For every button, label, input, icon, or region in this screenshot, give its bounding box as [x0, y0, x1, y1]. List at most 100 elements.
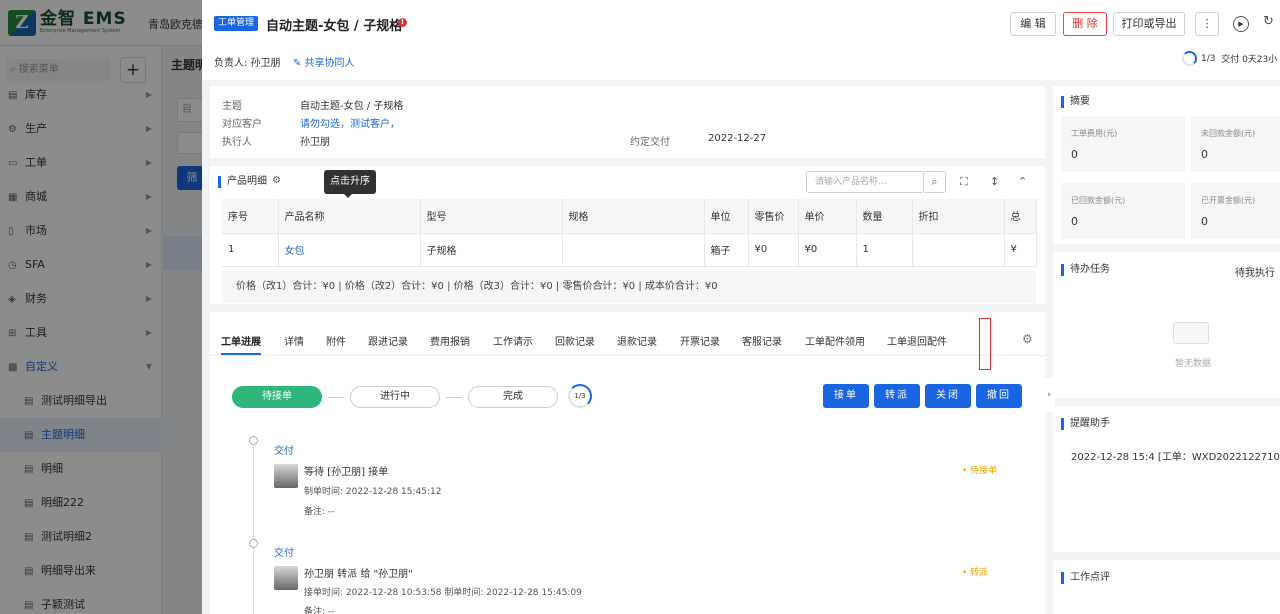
tab-parts-issue[interactable]: 工单配件领用 [805, 333, 865, 348]
timeline-dot [249, 539, 258, 548]
product-card: 产品明细 ⚙ 点击升序 请输入产品名称... ⌕ ⛶ ↕ ⌃ 序号 产品名称 型… [210, 166, 1045, 304]
review-title: 工作点评 [1061, 572, 1110, 584]
column-header[interactable]: 型号 [420, 199, 563, 234]
column-header[interactable]: 规格 [562, 199, 705, 234]
tab-invoices[interactable]: 开票记录 [680, 333, 720, 348]
product-name-link[interactable]: 女包 [278, 233, 421, 267]
transfer-button[interactable]: 转派 [874, 384, 920, 408]
close-button[interactable]: 关闭 [925, 384, 971, 408]
table-cell: 1 [222, 233, 279, 267]
customer-label: 对应客户 [222, 119, 262, 130]
stage-progress-ring: 1/3 [568, 384, 592, 408]
delete-button[interactable]: 删 除 [1063, 12, 1107, 36]
collapse-icon[interactable]: ⌃ [1018, 175, 1027, 188]
subject-value: 自动主题-女包 / 子规格 [300, 101, 404, 112]
summary-label: 工单费用(元) [1071, 129, 1118, 138]
accept-button[interactable]: 接单 [823, 384, 869, 408]
tab-expenses[interactable]: 费用报销 [430, 333, 470, 348]
workorder-drawer: 工单管理 自动主题-女包 / 子规格 ! 编 辑 删 除 打印或导出 ⋮ ▶ ↻… [202, 0, 1280, 614]
stage-connector [328, 397, 344, 398]
tab-attachments[interactable]: 附件 [326, 333, 346, 348]
timeline-dot [249, 436, 258, 445]
progress-text: 1/3 [1201, 53, 1216, 64]
column-header[interactable]: 单位 [704, 199, 749, 234]
executor-label: 执行人 [222, 137, 252, 148]
column-header[interactable]: 数量 [856, 199, 913, 234]
table-row: 1 女包 子规格 箱子 ¥0 ¥0 1 ¥ [222, 233, 1037, 267]
table-cell [912, 233, 1005, 267]
event-time: 制单时间: 2022-12-28 15:45:12 [304, 487, 442, 497]
event-text: 等待 [孙卫朋] 接单 [304, 467, 389, 478]
product-section-title: 产品明细 [218, 176, 267, 188]
table-cell [562, 233, 705, 267]
summary-cell: 已开票金额(元) 0 [1191, 183, 1280, 239]
tab-parts-return[interactable]: 工单退回配件 [887, 333, 947, 348]
customer-link[interactable]: 请勿勾选，测试客户， [300, 115, 400, 130]
avatar [274, 566, 298, 590]
edit-button[interactable]: 编 辑 [1010, 12, 1056, 36]
event-text: 孙卫朋 转派 给 "孙卫朋" [304, 569, 413, 580]
column-header[interactable]: 零售价 [748, 199, 799, 234]
product-search-input[interactable]: 请输入产品名称... [806, 171, 924, 193]
empty-text: 暂无数据 [1175, 359, 1212, 369]
tab-refunds[interactable]: 退款记录 [617, 333, 657, 348]
tab-progress[interactable]: 工单进展 [221, 333, 261, 348]
empty-inbox-icon [1173, 322, 1209, 344]
withdraw-button[interactable]: 撤回 [976, 384, 1022, 408]
alert-icon[interactable]: ! [398, 18, 407, 27]
event-type: 交付 [274, 548, 294, 559]
tab-service[interactable]: 客服记录 [742, 333, 782, 348]
sort-tooltip: 点击升序 [324, 170, 376, 198]
summary-title: 摘要 [1061, 96, 1090, 108]
status-badge: • 待接单 [962, 466, 998, 476]
more-button[interactable]: ⋮ [1195, 12, 1219, 36]
summary-value: 0 [1071, 148, 1078, 161]
fullscreen-icon[interactable]: ⛶ [960, 175, 968, 189]
page-title: 自动主题-女包 / 子规格 [266, 19, 403, 34]
refresh-icon[interactable]: ↻ [1263, 14, 1274, 29]
column-header[interactable]: 产品名称 [278, 199, 421, 234]
todo-filter-link[interactable]: 待我执行 [1235, 264, 1275, 279]
tab-followups[interactable]: 跟进记录 [368, 333, 408, 348]
print-export-button[interactable]: 打印或导出 [1113, 12, 1185, 36]
drawer-header: 工单管理 自动主题-女包 / 子规格 ! 编 辑 删 除 打印或导出 ⋮ ▶ ↻… [202, 0, 1280, 80]
status-badge: • 转派 [962, 568, 989, 578]
stage-in-progress[interactable]: 进行中 [350, 386, 440, 408]
gear-icon[interactable]: ⚙ [272, 175, 281, 186]
timeline-line [253, 442, 254, 614]
column-header[interactable]: 总 [1004, 199, 1037, 234]
event-note: 备注: -- [304, 607, 335, 614]
module-tag: 工单管理 [214, 16, 259, 31]
share-collaborators-link[interactable]: ✎ 共享协同人 [293, 54, 355, 69]
stage-connector [446, 397, 462, 398]
summary-label: 已回款金额(元) [1071, 196, 1126, 205]
column-header[interactable]: 折扣 [912, 199, 1005, 234]
summary-value: 0 [1071, 215, 1078, 228]
price-totals: 价格（改1）合计：¥0 | 价格（改2）合计：¥0 | 价格（改3）合计：¥0 … [222, 271, 1036, 303]
expand-icon[interactable]: ↕ [990, 175, 999, 188]
summary-value: 0 [1201, 215, 1208, 228]
tab-payments[interactable]: 回款记录 [555, 333, 595, 348]
subject-label: 主题 [222, 101, 242, 112]
progress-ring-icon [1182, 51, 1197, 66]
product-table: 序号 产品名称 型号 规格 单位 零售价 单价 数量 折扣 总 1 女包 子规格… [222, 199, 1037, 267]
gear-icon[interactable]: ⚙ [1022, 332, 1033, 346]
event-time: 接单时间: 2022-12-28 10:53:58 制单时间: 2022-12-… [304, 588, 582, 598]
table-cell: 箱子 [704, 233, 749, 267]
reminder-item[interactable]: 2022-12-28 15:4 [工单：WXD202212271001]- [1071, 448, 1280, 463]
play-icon[interactable]: ▶ [1233, 16, 1249, 32]
progress-indicator: 1/3 交付 0天23小 [1182, 51, 1277, 66]
stage-done[interactable]: 完成 [468, 386, 558, 408]
tab-details[interactable]: 详情 [284, 333, 304, 348]
stage-pending[interactable]: 待接单 [232, 386, 322, 408]
owner-label: 负责人: 孙卫朋 [214, 58, 281, 69]
tab-bar: 工单进展 详情 附件 跟进记录 费用报销 工作请示 回款记录 退款记录 开票记录… [210, 312, 1045, 370]
work-progress-card: 工单进展 详情 附件 跟进记录 费用报销 工作请示 回款记录 退款记录 开票记录… [210, 312, 1045, 614]
column-header[interactable]: 序号 [222, 199, 279, 234]
column-header[interactable]: 单价 [798, 199, 857, 234]
search-icon[interactable]: ⌕ [924, 171, 946, 193]
info-card: 主题 自动主题-女包 / 子规格 对应客户 请勿勾选，测试客户， 执行人 孙卫朋… [210, 86, 1045, 158]
summary-cell: 未回款金额(元) 0 [1191, 116, 1280, 172]
tab-requests[interactable]: 工作请示 [493, 333, 533, 348]
delivery-countdown: 交付 0天23小 [1221, 55, 1278, 65]
